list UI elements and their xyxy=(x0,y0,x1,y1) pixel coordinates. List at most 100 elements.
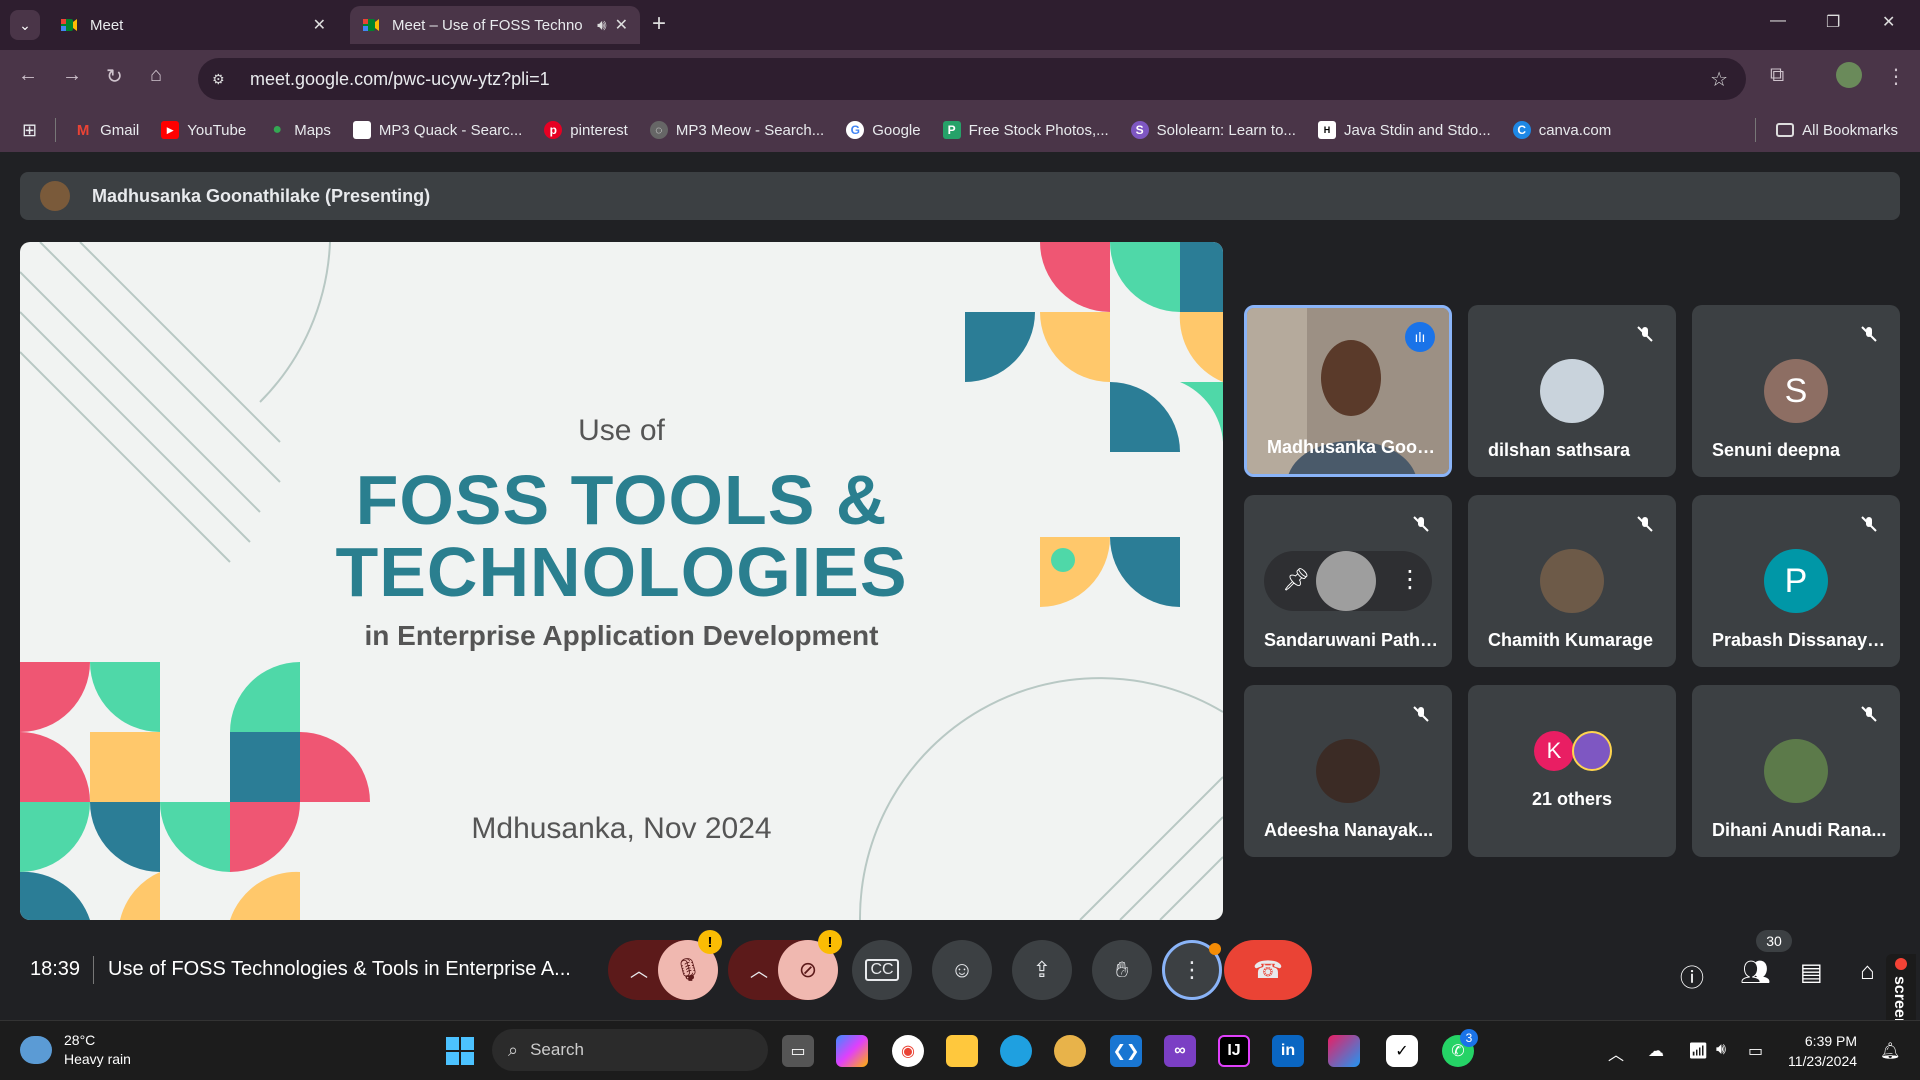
task-view-icon[interactable]: ▭ xyxy=(782,1035,814,1067)
mic-off-icon xyxy=(1408,511,1434,537)
forward-icon[interactable]: → xyxy=(62,64,82,87)
tile-hover-controls: 📌︎ ⋮ xyxy=(1264,551,1432,611)
participant-tile[interactable]: S Senuni deepna xyxy=(1692,305,1900,477)
battery-icon[interactable]: ▭ xyxy=(1748,1041,1763,1061)
bookmark-sololearn[interactable]: S Sololearn: Learn to... xyxy=(1130,121,1296,139)
reactions-button[interactable]: ☺ xyxy=(932,940,992,1000)
bookmark-java[interactable]: H Java Stdin and Stdo... xyxy=(1317,121,1491,139)
app-icon[interactable] xyxy=(1054,1035,1086,1067)
copilot-icon[interactable] xyxy=(836,1035,868,1067)
participant-name: Dihani Anudi Rana... xyxy=(1712,820,1887,840)
avatar xyxy=(1540,359,1604,423)
tab-meet[interactable]: Meet ✕ xyxy=(48,6,338,44)
todo-icon[interactable]: ✓ xyxy=(1386,1035,1418,1067)
raise-hand-button[interactable]: ✋︎ xyxy=(1092,940,1152,1000)
address-bar[interactable]: ⚙ meet.google.com/pwc-ucyw-ytz?pli=1 ☆ xyxy=(198,58,1746,100)
wifi-icon[interactable]: 📶︎ xyxy=(1688,1041,1708,1061)
participant-tile[interactable]: Adeesha Nanayak... xyxy=(1244,685,1452,857)
others-tile[interactable]: K 21 others xyxy=(1468,685,1676,857)
restore-button[interactable]: ❐ xyxy=(1826,12,1840,32)
pin-icon[interactable]: 📌︎ xyxy=(1282,567,1310,593)
tab-title: Meet – Use of FOSS Techno xyxy=(392,16,583,34)
bookmark-mp3quack[interactable]: MP3 Quack - Searc... xyxy=(352,121,522,139)
visual-studio-icon[interactable]: ∞ xyxy=(1164,1035,1196,1067)
weather-widget[interactable]: 28°C Heavy rain xyxy=(20,1031,131,1069)
meet-icon xyxy=(60,16,78,34)
participant-tile[interactable]: Chamith Kumarage xyxy=(1468,495,1676,667)
notification-dot xyxy=(1209,943,1221,955)
extensions-icon[interactable]: ⧉ xyxy=(1770,64,1784,87)
participant-name: Prabash Dissanaya... xyxy=(1712,630,1887,650)
bookmark-star-icon[interactable]: ☆ xyxy=(1710,67,1728,92)
reload-icon[interactable]: ↻ xyxy=(106,64,123,89)
warning-icon: ! xyxy=(698,930,722,954)
mic-options-button[interactable]: ︿ 🎙︎ ! xyxy=(608,930,722,1000)
bookmark-maps[interactable]: ● Maps xyxy=(268,121,331,139)
tab-meet-foss[interactable]: Meet – Use of FOSS Techno 🔊︎ ✕ xyxy=(350,6,640,44)
participant-tile[interactable]: ılı Madhusanka Goon... xyxy=(1244,305,1452,477)
participant-tile[interactable]: Dihani Anudi Rana... xyxy=(1692,685,1900,857)
tray-overflow-icon[interactable]: ︿ xyxy=(1608,1041,1624,1065)
all-bookmarks[interactable]: All Bookmarks xyxy=(1755,118,1898,142)
back-icon[interactable]: ← xyxy=(18,64,38,87)
taskbar-search[interactable]: ⌕ Search xyxy=(492,1029,768,1071)
tab-search-button[interactable]: ⌄ xyxy=(10,10,40,40)
slide-subtitle: in Enterprise Application Development xyxy=(364,620,879,651)
slide-line-2: FOSS TOOLS & xyxy=(355,461,888,539)
close-icon[interactable]: ✕ xyxy=(313,15,326,35)
chat-icon[interactable]: ▤ xyxy=(1800,958,1823,987)
site-info-icon[interactable]: ⚙ xyxy=(212,71,232,88)
activities-icon[interactable]: ⌂ xyxy=(1860,958,1875,986)
bookmark-pinterest[interactable]: p pinterest xyxy=(544,121,628,139)
pinterest-icon: p xyxy=(544,121,563,139)
meeting-info-icon[interactable]: ⓘ xyxy=(1680,958,1704,993)
present-button[interactable]: ⇪ xyxy=(1012,940,1072,1000)
sololearn-app-icon[interactable] xyxy=(1328,1035,1360,1067)
participant-tile[interactable]: 📌︎ ⋮ Sandaruwani Pathi... xyxy=(1244,495,1452,667)
speaker-icon[interactable]: 🔊︎ xyxy=(597,17,606,34)
minimize-button[interactable]: — xyxy=(1770,12,1786,30)
bookmark-gmail[interactable]: M Gmail xyxy=(74,121,139,139)
apps-grid-icon[interactable]: ⊞ xyxy=(22,120,37,141)
chrome-icon[interactable]: ◉ xyxy=(892,1035,924,1067)
vscode-icon[interactable]: ❮❯ xyxy=(1110,1035,1142,1067)
linkedin-icon[interactable]: in xyxy=(1272,1035,1304,1067)
more-options-button[interactable]: ⋮ xyxy=(1162,940,1222,1000)
more-options-icon[interactable]: ⋮ xyxy=(1398,565,1422,594)
avatar xyxy=(40,181,70,211)
participant-tile[interactable]: dilshan sathsara xyxy=(1468,305,1676,477)
camera-options-button[interactable]: ︿ ⊘ ! xyxy=(728,930,842,1000)
new-tab-button[interactable]: + xyxy=(652,10,666,38)
volume-icon[interactable]: 🔊︎ xyxy=(1716,1041,1726,1059)
leave-call-button[interactable]: ☎︎ xyxy=(1224,940,1312,1000)
taskbar-clock[interactable]: 6:39 PM 11/23/2024 xyxy=(1788,1031,1857,1071)
edge-icon[interactable] xyxy=(1000,1035,1032,1067)
avatar xyxy=(1540,549,1604,613)
bookmark-google[interactable]: G Google xyxy=(846,121,921,139)
notifications-icon[interactable]: 🔔︎ xyxy=(1880,1041,1900,1061)
home-icon[interactable]: ⌂ xyxy=(150,64,162,87)
file-explorer-icon[interactable] xyxy=(946,1035,978,1067)
bookmark-mp3meow[interactable]: ◌ MP3 Meow - Search... xyxy=(649,121,824,139)
close-icon[interactable]: ✕ xyxy=(615,15,628,35)
profile-avatar[interactable] xyxy=(1836,62,1862,88)
presentation-slide[interactable]: Use of FOSS TOOLS & TECHNOLOGIES in Ente… xyxy=(20,242,1223,920)
participant-tile[interactable]: P Prabash Dissanaya... xyxy=(1692,495,1900,667)
bookmark-freestock[interactable]: P Free Stock Photos,... xyxy=(942,121,1109,139)
url-text[interactable]: meet.google.com/pwc-ucyw-ytz?pli=1 xyxy=(250,69,550,90)
chevron-up-icon: ︿ xyxy=(630,961,648,981)
participant-name: Chamith Kumarage xyxy=(1488,630,1654,650)
bookmark-youtube[interactable]: ▶ YouTube xyxy=(161,121,246,139)
bookmark-canva[interactable]: Ccanva.com xyxy=(1512,121,1611,139)
captions-button[interactable]: CC xyxy=(852,940,912,1000)
close-window-button[interactable]: ✕ xyxy=(1882,12,1895,32)
windows-start-icon[interactable] xyxy=(444,1035,476,1067)
mic-off-icon xyxy=(1632,321,1658,347)
menu-icon[interactable]: ⋮ xyxy=(1886,64,1906,89)
slide-footer: Mdhusanka, Nov 2024 xyxy=(471,812,772,845)
present-screen-icon: ⇪ xyxy=(1032,957,1052,982)
temperature: 28°C xyxy=(64,1032,96,1048)
intellij-icon[interactable]: IJ xyxy=(1218,1035,1250,1067)
people-icon[interactable]: 👥︎ xyxy=(1740,958,1770,987)
onedrive-icon[interactable]: ☁ xyxy=(1648,1041,1664,1061)
